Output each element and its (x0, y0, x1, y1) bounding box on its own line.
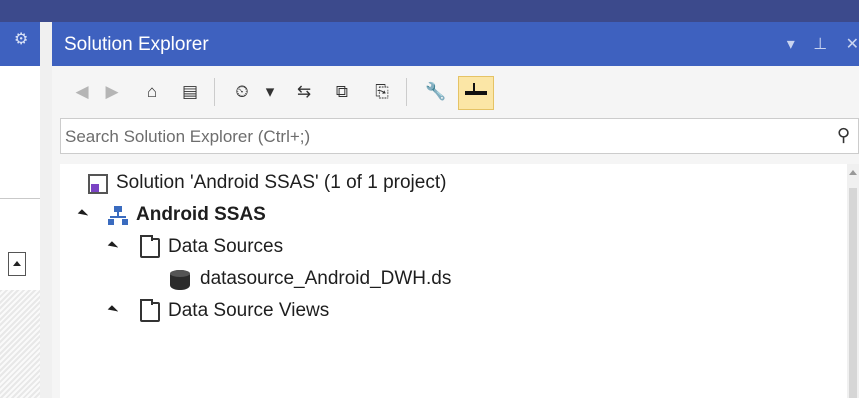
pending-changes-dropdown[interactable]: ▾ (258, 80, 282, 104)
toolbar-separator (214, 78, 215, 106)
sync-with-document-button[interactable]: ⇆ (292, 80, 316, 104)
project-icon-part (110, 216, 126, 218)
hatched-area (0, 290, 40, 398)
tree-item-data-source-views[interactable]: Data Source Views (60, 296, 859, 328)
close-icon[interactable]: ✕ (846, 34, 859, 54)
panel-splitter[interactable] (40, 22, 52, 398)
search-input[interactable]: Search Solution Explorer (Ctrl+;) ⚲ (60, 118, 859, 154)
tree-item-label: Data Sources (168, 236, 284, 257)
titlebar-icons: ▾ ⊥ ✕ (773, 34, 859, 54)
properties-button[interactable]: 🔧 (424, 80, 448, 104)
project-icon-part (108, 219, 114, 225)
solution-tree: Solution 'Android SSAS' (1 of 1 project)… (60, 164, 859, 398)
vertical-scrollbar[interactable] (847, 164, 859, 398)
scroll-up-button[interactable] (8, 252, 26, 276)
tree-item-label: Data Source Views (168, 300, 330, 321)
pending-changes-filter-button[interactable]: ⏲ (230, 80, 254, 104)
scrollbar-thumb[interactable] (849, 188, 857, 398)
back-button[interactable]: ◀ (70, 80, 94, 104)
toolbar-separator (406, 78, 407, 106)
project-icon-part (122, 219, 128, 225)
solution-explorer-panel: Solution Explorer ▾ ⊥ ✕ ◀ ▶ ⌂ ▤ ⏲ ▾ ⇆ ⧉ … (52, 22, 859, 398)
project-icon (108, 206, 128, 226)
folder-icon (140, 235, 160, 258)
tree-item-label: Solution 'Android SSAS' (1 of 1 project) (116, 172, 447, 193)
tree-item-label: Android SSAS (136, 204, 266, 225)
left-panel-titlebar: ⚙ (0, 22, 40, 66)
search-placeholder: Search Solution Explorer (Ctrl+;) (65, 127, 311, 146)
search-icon[interactable]: ⚲ (837, 125, 850, 146)
collapse-all-button[interactable]: ⧉ (330, 80, 354, 104)
tree-item-project[interactable]: Android SSAS (60, 200, 859, 232)
forward-button[interactable]: ▶ (100, 80, 124, 104)
solution-icon (88, 174, 108, 194)
divider (0, 198, 40, 199)
expand-arrow-icon[interactable] (80, 208, 92, 222)
panel-title: Solution Explorer (64, 34, 209, 55)
show-all-files-button[interactable]: ⎘ (370, 80, 394, 104)
expand-arrow-icon[interactable] (110, 304, 122, 318)
left-panel: ⚙ (0, 22, 52, 398)
switch-views-button[interactable]: ▤ (178, 80, 202, 104)
toolbar: ◀ ▶ ⌂ ▤ ⏲ ▾ ⇆ ⧉ ⎘ 🔧 (52, 66, 859, 118)
pin-icon[interactable]: ⊥ (813, 34, 827, 54)
dropdown-arrow-icon[interactable]: ▾ (787, 34, 795, 54)
tree-item-label: datasource_Android_DWH.ds (200, 268, 452, 289)
scroll-up-arrow[interactable] (849, 170, 857, 175)
folder-icon (140, 299, 160, 322)
tree-item-datasource[interactable]: datasource_Android_DWH.ds (60, 264, 859, 296)
tree-item-solution[interactable]: Solution 'Android SSAS' (1 of 1 project) (60, 168, 859, 200)
preview-selected-items-button[interactable] (458, 76, 494, 110)
home-button[interactable]: ⌂ (140, 80, 164, 104)
preview-icon (465, 83, 487, 95)
panel-titlebar: Solution Explorer ▾ ⊥ ✕ (52, 22, 859, 66)
gear-icon[interactable]: ⚙ (14, 32, 30, 48)
top-band (0, 0, 859, 22)
expand-arrow-icon[interactable] (110, 240, 122, 254)
database-icon (170, 270, 190, 290)
tree-item-data-sources[interactable]: Data Sources (60, 232, 859, 264)
